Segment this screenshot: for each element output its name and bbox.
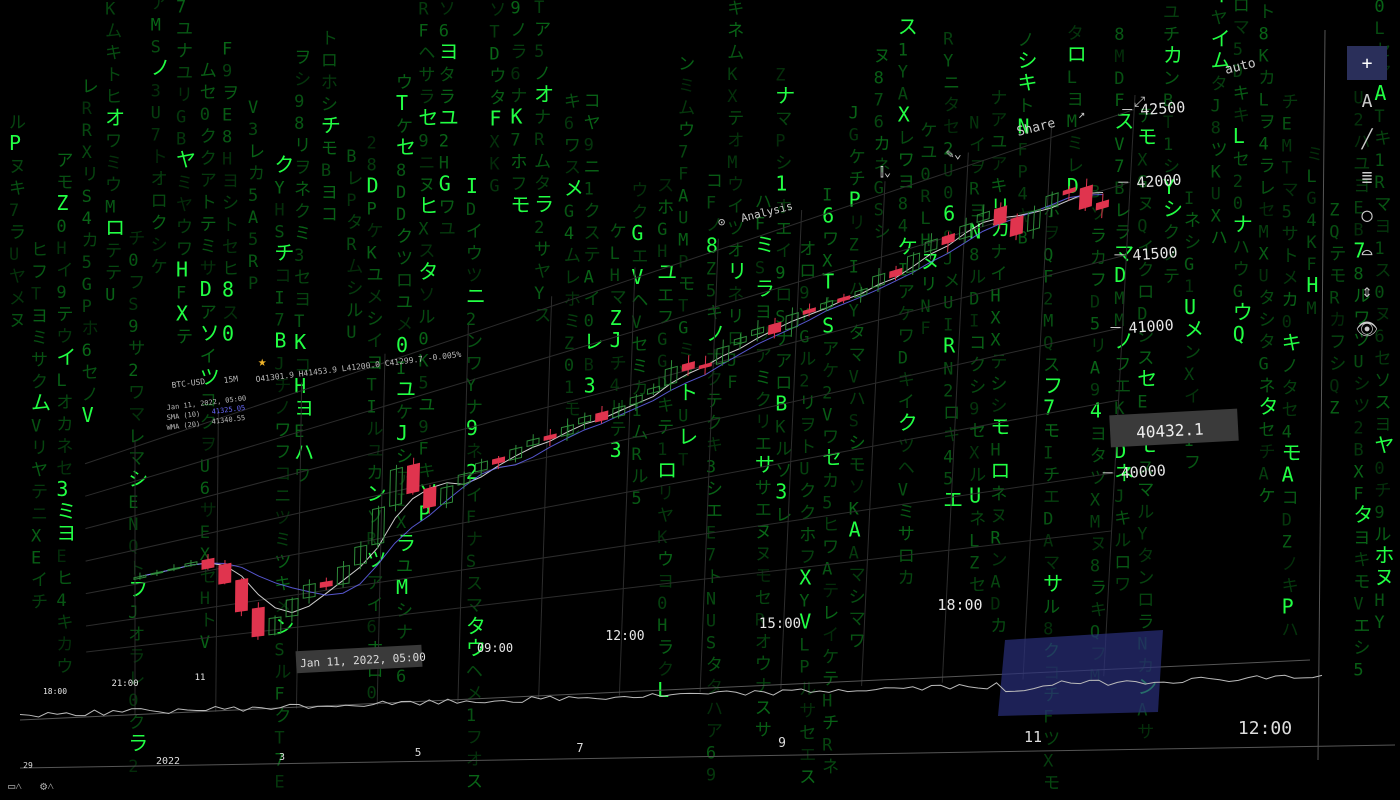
move-tool-icon[interactable]: ⇕ <box>1347 274 1387 308</box>
y-tick-label: 41500 <box>1132 243 1178 264</box>
text-tool-icon[interactable]: A <box>1347 84 1387 118</box>
bottom-bar: ▭˄ ⚙˄ <box>8 779 54 794</box>
navigator-tick-label: 9 <box>778 736 786 751</box>
candle-wick <box>982 204 985 227</box>
candle-body <box>234 578 249 613</box>
candle-wick <box>377 505 380 549</box>
candle-wick <box>669 360 673 392</box>
price-tag: 40432.1 <box>1109 408 1239 448</box>
candle-wick <box>721 339 724 366</box>
candle-wick <box>359 541 362 570</box>
favorite-star-icon: ★ <box>258 354 267 370</box>
x-tick-label: 15:00 <box>759 616 801 632</box>
y-tick-label: 42000 <box>1136 171 1182 192</box>
x-tick-label: 12:00 <box>605 629 644 644</box>
price-tag-value: 40432.1 <box>1136 419 1204 442</box>
navigator-tick-label: 2022 <box>156 756 180 767</box>
y-tick-label: 42500 <box>1140 98 1186 119</box>
line-tool-icon[interactable]: ╱ <box>1347 122 1387 156</box>
measure-tool-icon[interactable]: ⌓ <box>1347 236 1387 270</box>
navigator-selection <box>998 630 1163 716</box>
candle-body <box>319 580 333 589</box>
candle-body <box>251 606 265 638</box>
candle-body <box>1095 199 1110 211</box>
draw-icon[interactable]: ✎⌄ <box>946 147 962 162</box>
symbol-label: BTC-USD <box>171 377 206 390</box>
navigator-tick-label: 3 <box>279 752 285 763</box>
grid-line-horizontal <box>85 327 1123 562</box>
x-tick-label: 18:00 <box>937 596 982 614</box>
wma-value: 41340.55 <box>211 414 245 426</box>
navigator-tick-label: 5 <box>415 746 422 759</box>
navigator-tick-label: 29 <box>23 761 33 770</box>
drawing-toolbar: + A ╱ ≣ ◯ ⌓ ⇕ 👁 <box>1342 42 1392 350</box>
x-tick-label: 11 <box>195 673 206 683</box>
settings-gear-icon[interactable]: ⚙˄ <box>40 779 54 794</box>
y-tick-label: 41000 <box>1128 316 1174 337</box>
analysis-button[interactable]: Analysis <box>740 199 795 224</box>
date-tag: Jan 11, 2022, 05:00 <box>295 644 426 674</box>
candle-wick <box>739 333 742 350</box>
fib-tool-icon[interactable]: ≣ <box>1347 160 1387 194</box>
candle-body <box>681 361 695 372</box>
candle-wick <box>583 412 586 430</box>
x-tick-label: 21:00 <box>111 679 138 689</box>
candle-wick <box>860 286 862 303</box>
grid-line-horizontal <box>85 399 1119 595</box>
analysis-icon: ⊙ <box>718 215 725 229</box>
sma-line <box>139 191 1104 614</box>
candle-wick <box>790 307 794 337</box>
candle-body <box>422 486 437 509</box>
interval-label: 15M <box>223 374 239 385</box>
ohlc-readout: O41301.9 H41453.9 L41200.0 C41299.7 -0.0… <box>255 350 462 384</box>
chart-header: BTC-USD 15M ★ O41301.9 H41453.9 L41200.0… <box>166 350 462 432</box>
candle-wick <box>929 233 933 260</box>
ellipse-tool-icon[interactable]: ◯ <box>1347 198 1387 232</box>
x-tick-label: 09:00 <box>477 641 513 655</box>
toolbar-divider <box>1317 29 1326 761</box>
candle-body <box>1009 215 1024 238</box>
auto-scale-button[interactable]: auto <box>1223 56 1257 78</box>
candle-body <box>218 562 232 585</box>
candle-body <box>406 462 421 495</box>
candle-body <box>993 205 1008 226</box>
navigator-baseline <box>19 744 1396 769</box>
candle-wick <box>877 268 880 293</box>
candle-wick <box>514 444 517 463</box>
indicator-lines <box>139 191 1104 614</box>
x-tick-label: 18:00 <box>43 687 67 696</box>
candle-body <box>889 267 903 279</box>
candles <box>133 178 1110 640</box>
candle-body <box>201 557 215 570</box>
navigator-tick-label: 12:00 <box>1238 718 1292 739</box>
visibility-eye-icon[interactable]: 👁 <box>1347 312 1387 346</box>
candle-body <box>1078 184 1093 211</box>
navigator-tick-label: 11 <box>1024 728 1042 746</box>
y-tick-label: 40000 <box>1120 461 1166 482</box>
share-icon: ↗ <box>1078 107 1085 121</box>
grid-line-horizontal <box>85 254 1127 530</box>
candle-body <box>767 321 782 336</box>
wma-line <box>139 193 1103 596</box>
candlestick-chart[interactable]: 40000 41000 41500 42000 42500 18:00 21:00 11 09… <box>0 0 1400 800</box>
crosshair-tool-icon[interactable]: + <box>1347 46 1387 80</box>
grid-line-horizontal <box>85 181 1131 497</box>
candle-wick <box>825 297 828 312</box>
top-toolbar[interactable]: ⊙ Analysis ⫿⌄ ✎⌄ Share ↗ ⤢ auto <box>718 56 1257 229</box>
candle-wick <box>566 418 569 441</box>
candle-type-icon[interactable]: ⫿⌄ <box>880 165 891 179</box>
candle-body <box>595 410 609 423</box>
navigator-tick-label: 7 <box>576 741 583 755</box>
layout-icon[interactable]: ▭˄ <box>8 779 22 794</box>
fullscreen-icon[interactable]: ⤢ <box>1134 94 1145 110</box>
